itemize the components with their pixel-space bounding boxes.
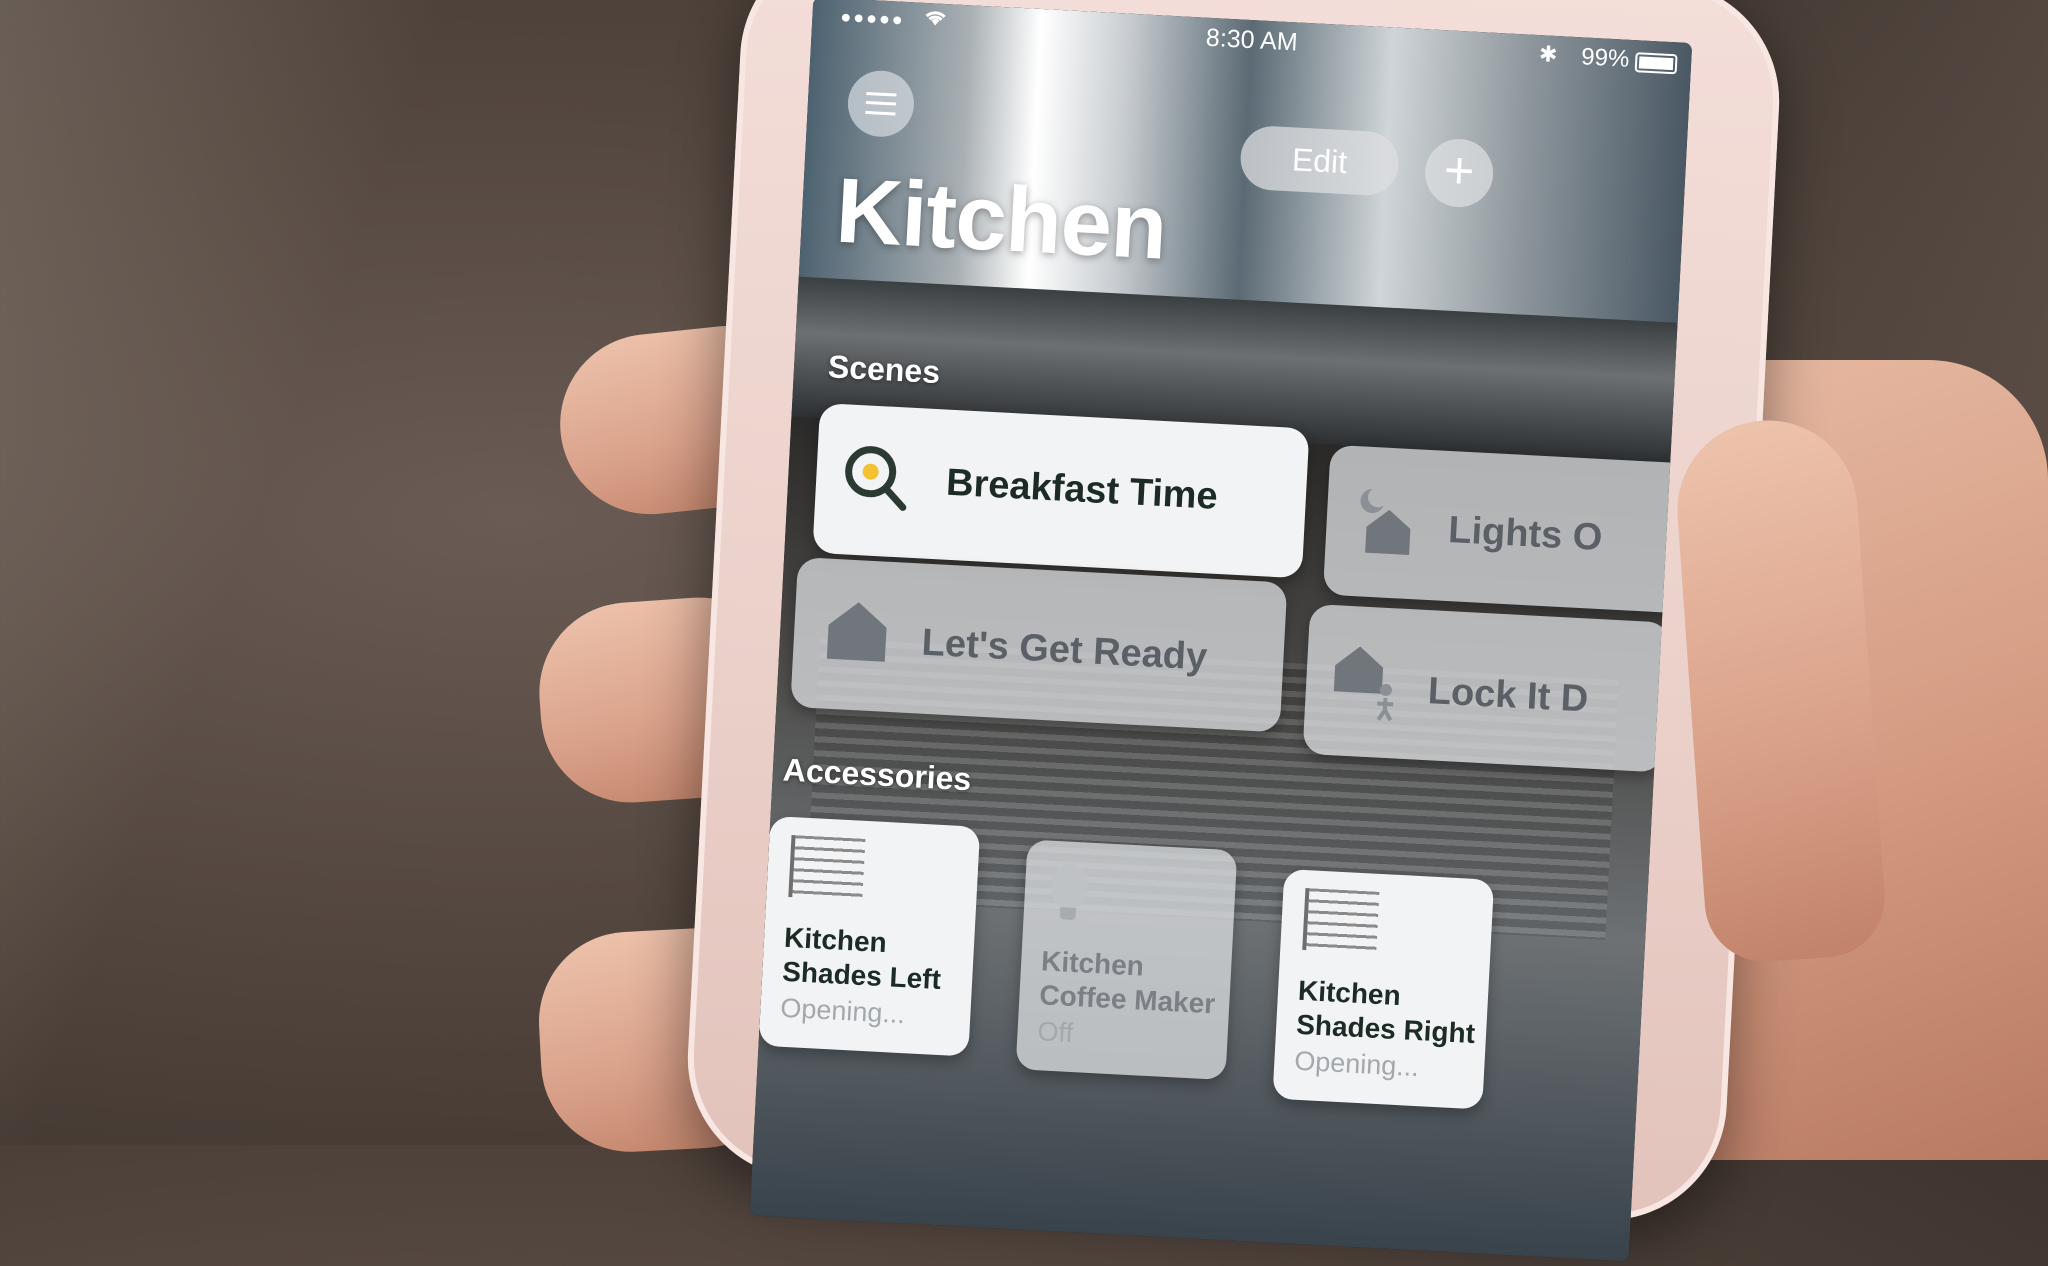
frying-pan-icon [840, 442, 914, 521]
hand-thumb [1671, 414, 1889, 966]
accessory-state: Opening... [779, 992, 906, 1030]
scene-label: Let's Get Ready [920, 621, 1209, 679]
accessory-name: Kitchen Shades Right [1295, 974, 1476, 1050]
accessory-state: Opening... [1293, 1045, 1420, 1083]
house-icon [822, 597, 892, 669]
phone: ●●●●● 8:30 AM ✱ 99% Edit + Kitchen Scene… [681, 0, 1786, 1262]
photo-background: ●●●●● 8:30 AM ✱ 99% Edit + Kitchen Scene… [0, 0, 2048, 1262]
battery-percent: 99% [1580, 43, 1631, 73]
moon-house-icon [1351, 482, 1425, 565]
accessory-name: Kitchen Shades Left [781, 921, 942, 996]
accessory-kitchen-coffee-maker[interactable]: Kitchen Coffee Maker Off [1015, 839, 1238, 1081]
list-icon [865, 91, 897, 116]
accessory-kitchen-shades-left[interactable]: Kitchen Shades Left Opening... [758, 815, 981, 1057]
edit-button[interactable]: Edit [1238, 124, 1401, 197]
accessory-kitchen-shades-right[interactable]: Kitchen Shades Right Opening... [1272, 868, 1495, 1110]
window-shade-icon [1302, 888, 1380, 954]
scene-label: Lights O [1447, 509, 1604, 560]
lightbulb-icon [1050, 862, 1089, 909]
scene-lock-it-down[interactable]: Lock It D [1302, 603, 1670, 773]
window-shade-icon [788, 835, 866, 901]
phone-screen: ●●●●● 8:30 AM ✱ 99% Edit + Kitchen Scene… [749, 0, 1693, 1262]
scene-breakfast-time[interactable]: Breakfast Time [812, 402, 1310, 579]
accessory-name: Kitchen Coffee Maker [1038, 945, 1216, 1020]
scene-label: Lock It D [1426, 670, 1590, 721]
page-title: Kitchen [833, 159, 1169, 279]
bluetooth-icon: ✱ [1538, 41, 1559, 68]
battery-icon [1634, 52, 1678, 75]
scenes-heading: Scenes [827, 348, 941, 391]
scene-lets-get-ready[interactable]: Let's Get Ready [790, 557, 1288, 733]
house-person-icon [1330, 639, 1406, 728]
accessory-state: Off [1036, 1016, 1074, 1049]
scene-label: Breakfast Time [945, 461, 1219, 518]
scene-lights-off[interactable]: Lights O [1322, 444, 1691, 614]
